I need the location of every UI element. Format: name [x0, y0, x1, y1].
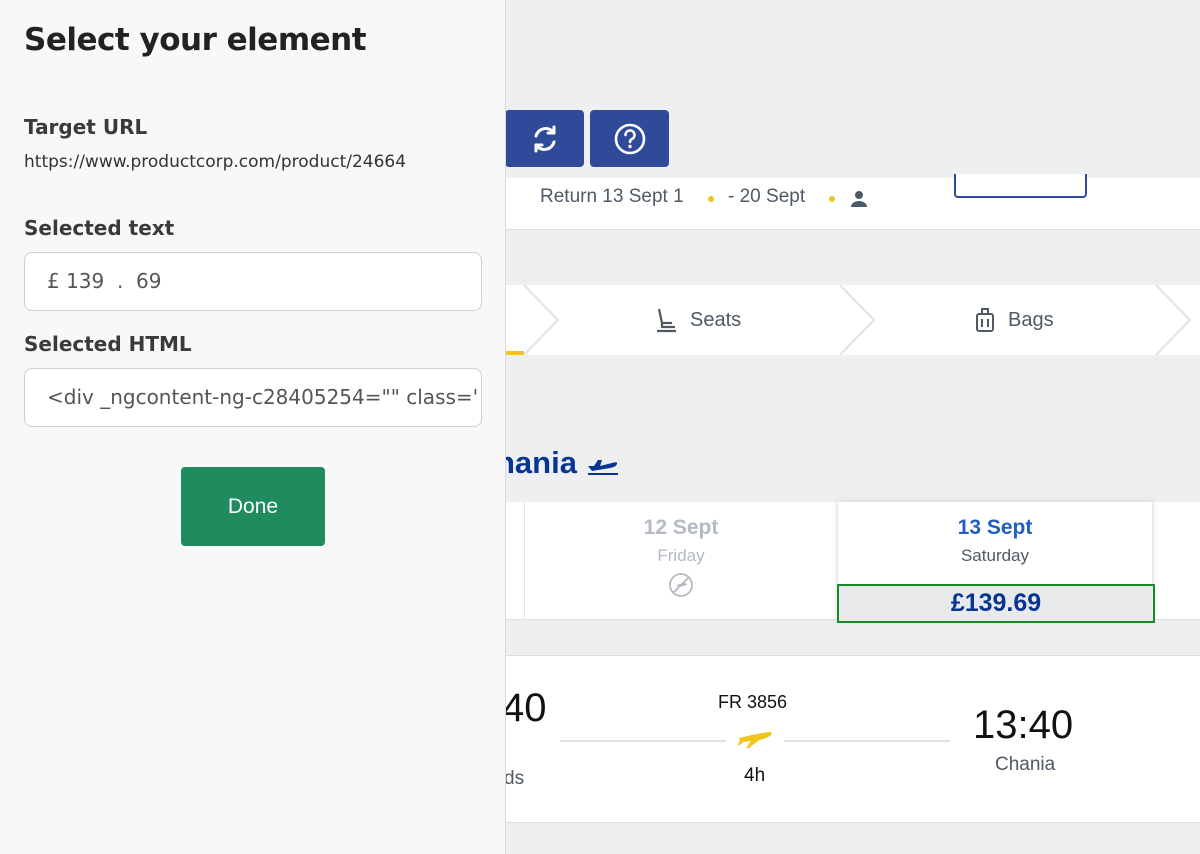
route-line	[784, 740, 950, 742]
departure-city: ds	[504, 768, 525, 789]
help-button[interactable]	[590, 110, 669, 167]
weekday-label: Friday	[657, 546, 705, 565]
search-summary-bar: Return 13 Sept 1 - 20 Sept	[506, 174, 1200, 230]
arrival-time: 13:40	[973, 703, 1074, 747]
step-dividers	[523, 285, 1192, 355]
selected-text-label: Selected text	[24, 216, 175, 240]
element-picker-panel: Select your element Target URL https://w…	[0, 0, 506, 854]
flight-card[interactable]: 40 ds FR 3856 4h 13:40 Chania	[502, 655, 1200, 823]
date-label: 13 Sept	[957, 516, 1033, 539]
person-icon	[851, 191, 867, 207]
weekday-label: Saturday	[960, 546, 1030, 565]
seat-icon	[657, 308, 676, 333]
selected-price[interactable]: £139.69	[837, 584, 1155, 623]
route-line	[560, 740, 726, 742]
departure-time: 40	[502, 686, 547, 730]
step-seats[interactable]: Seats	[654, 285, 741, 355]
target-url-label: Target URL	[24, 115, 148, 139]
step-bags[interactable]: Bags	[974, 285, 1054, 355]
date-range-text: - 20 Sept	[728, 186, 806, 207]
luggage-icon	[976, 308, 994, 332]
target-url-value: https://www.productcorp.com/product/2466…	[24, 152, 407, 172]
plane-icon	[738, 732, 772, 748]
done-button[interactable]: Done	[181, 467, 325, 546]
arrival-city: Chania	[995, 754, 1056, 775]
edit-search-button[interactable]	[954, 174, 1087, 198]
date-option-12-sept[interactable]: 12 Sept Friday	[525, 502, 837, 620]
selected-text-field[interactable]: £ 139 . 69	[24, 252, 482, 311]
route-heading: nania	[496, 445, 620, 481]
refresh-icon	[534, 125, 555, 152]
separator-dot	[708, 196, 714, 202]
step-label: Seats	[690, 308, 742, 331]
booking-steps: Seats Bags	[506, 285, 1200, 355]
selected-html-field[interactable]: <div _ngcontent-ng-c28405254="" class='	[24, 368, 482, 427]
no-flights-icon	[669, 573, 693, 597]
plane-takeoff-icon	[587, 460, 618, 475]
selected-html-label: Selected HTML	[24, 332, 192, 356]
question-circle-icon	[614, 123, 645, 154]
refresh-button[interactable]	[505, 110, 584, 167]
panel-title: Select your element	[24, 22, 367, 58]
route-destination: nania	[496, 445, 577, 480]
flight-duration: 4h	[744, 765, 766, 786]
return-date-text: Return 13 Sept 1	[540, 186, 684, 207]
date-label: 12 Sept	[643, 516, 719, 539]
flight-number: FR 3856	[718, 692, 788, 712]
separator-dot	[829, 196, 835, 202]
step-label: Bags	[1008, 308, 1054, 331]
